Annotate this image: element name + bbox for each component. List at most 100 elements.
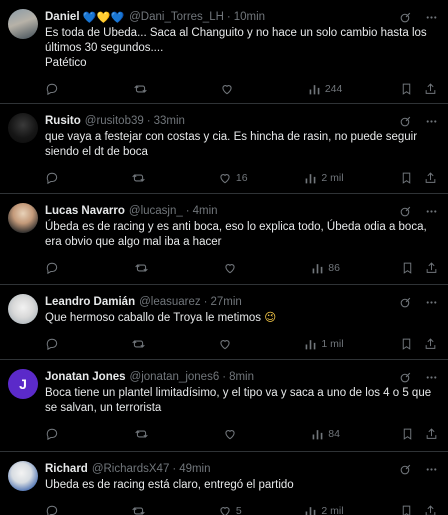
bookmark-icon[interactable] bbox=[400, 337, 414, 351]
views-button[interactable]: 84 bbox=[311, 428, 341, 441]
like-button[interactable] bbox=[218, 337, 248, 351]
bookmark-icon[interactable] bbox=[400, 427, 414, 441]
views-count: 2 mil bbox=[321, 505, 344, 515]
tweet-text: Boca tiene un plantel limitadísimo, y el… bbox=[45, 387, 432, 414]
like-button[interactable] bbox=[223, 427, 253, 441]
retweet-button[interactable] bbox=[133, 82, 163, 96]
author-name[interactable]: Jonatan Jones bbox=[45, 371, 126, 383]
like-button[interactable]: 16 bbox=[218, 171, 248, 185]
grok-icon[interactable] bbox=[398, 370, 412, 384]
retweet-button[interactable] bbox=[131, 337, 161, 351]
share-icon[interactable] bbox=[424, 337, 438, 351]
tweet-body: Lucas Navarro @lucasjn_ · 4min Úbeda es … bbox=[45, 203, 438, 284]
avatar[interactable]: J bbox=[8, 369, 38, 399]
reply-button[interactable] bbox=[45, 82, 75, 96]
share-icon[interactable] bbox=[424, 261, 438, 275]
tweet-actions: 5 2 mil bbox=[45, 497, 438, 515]
more-icon[interactable] bbox=[424, 114, 438, 128]
avatar[interactable] bbox=[8, 9, 38, 39]
tweet[interactable]: Rusito @rusitob39 · 33min que vaya a fes… bbox=[0, 104, 448, 194]
author-name[interactable]: Richard bbox=[45, 463, 88, 475]
timestamp[interactable]: 4min bbox=[193, 205, 218, 217]
author-handle[interactable]: @lucasjn_ bbox=[129, 205, 183, 217]
like-button[interactable] bbox=[223, 261, 253, 275]
share-icon[interactable] bbox=[424, 82, 438, 96]
bookmark-icon[interactable] bbox=[400, 171, 414, 185]
retweet-button[interactable] bbox=[131, 171, 161, 185]
tweet[interactable]: Daniel 💙💛💙 @Dani_Torres_LH · 10min Es to… bbox=[0, 0, 448, 104]
tweet[interactable]: Lucas Navarro @lucasjn_ · 4min Úbeda es … bbox=[0, 194, 448, 285]
author-handle[interactable]: @leasuarez bbox=[139, 296, 201, 308]
reply-icon bbox=[46, 83, 58, 96]
retweet-button[interactable] bbox=[131, 504, 161, 515]
views-button[interactable]: 2 mil bbox=[304, 172, 344, 185]
timestamp[interactable]: 27min bbox=[211, 296, 242, 308]
bookmark-icon[interactable] bbox=[400, 82, 414, 96]
separator-dot: · bbox=[226, 11, 231, 23]
timestamp[interactable]: 10min bbox=[234, 11, 265, 23]
reply-button[interactable] bbox=[45, 427, 75, 441]
bookmark-icon[interactable] bbox=[400, 504, 414, 515]
heart-icon bbox=[224, 264, 235, 274]
author-name[interactable]: Daniel bbox=[45, 11, 80, 23]
author-handle[interactable]: @jonatan_jones6 bbox=[130, 371, 220, 383]
retweet-icon bbox=[135, 264, 148, 272]
timestamp[interactable]: 8min bbox=[229, 371, 254, 383]
views-icon bbox=[305, 339, 316, 349]
avatar[interactable] bbox=[8, 113, 38, 143]
retweet-button[interactable] bbox=[134, 427, 164, 441]
timestamp[interactable]: 49min bbox=[179, 463, 210, 475]
author-handle[interactable]: @rusitob39 bbox=[85, 115, 144, 127]
avatar[interactable] bbox=[8, 294, 38, 324]
more-icon[interactable] bbox=[424, 370, 438, 384]
author-handle[interactable]: @Dani_Torres_LH bbox=[129, 11, 224, 23]
tweet[interactable]: Leandro Damián @leasuarez · 27min Que he… bbox=[0, 285, 448, 360]
grok-icon[interactable] bbox=[398, 295, 412, 309]
author-name[interactable]: Leandro Damián bbox=[45, 296, 135, 308]
more-icon[interactable] bbox=[424, 295, 438, 309]
more-icon[interactable] bbox=[424, 462, 438, 476]
share-icon[interactable] bbox=[424, 504, 438, 515]
avatar[interactable] bbox=[8, 461, 38, 491]
views-button[interactable]: 244 bbox=[308, 83, 343, 96]
reply-button[interactable] bbox=[45, 504, 75, 515]
reply-icon bbox=[46, 172, 58, 185]
views-button[interactable]: 2 mil bbox=[304, 505, 344, 515]
tweet-actions: 244 bbox=[45, 75, 438, 103]
views-button[interactable]: 1 mil bbox=[304, 338, 344, 351]
grok-icon[interactable] bbox=[398, 10, 412, 24]
like-button[interactable] bbox=[220, 82, 250, 96]
grok-icon[interactable] bbox=[398, 204, 412, 218]
author-handle[interactable]: @RichardsX47 bbox=[92, 463, 170, 475]
heart-icon bbox=[222, 85, 232, 95]
views-button[interactable]: 86 bbox=[311, 262, 341, 275]
author-name[interactable]: Rusito bbox=[45, 115, 81, 127]
tweet-actions: 86 bbox=[45, 254, 438, 282]
share-icon[interactable] bbox=[424, 427, 438, 441]
tweet-text: Úbeda es de racing y es anti boca, eso l… bbox=[45, 221, 427, 248]
timestamp[interactable]: 33min bbox=[154, 115, 185, 127]
heart-icon bbox=[220, 174, 230, 184]
tweet-actions: 84 bbox=[45, 420, 438, 448]
tweet[interactable]: Richard @RichardsX47 · 49min Ubeda es de… bbox=[0, 452, 448, 515]
bookmark-icon[interactable] bbox=[400, 261, 414, 275]
like-count: 16 bbox=[235, 172, 248, 184]
more-icon[interactable] bbox=[424, 10, 438, 24]
retweet-button[interactable] bbox=[134, 261, 164, 275]
grok-icon[interactable] bbox=[398, 462, 412, 476]
more-icon[interactable] bbox=[424, 204, 438, 218]
avatar[interactable] bbox=[8, 203, 38, 233]
author-name[interactable]: Lucas Navarro bbox=[45, 205, 125, 217]
reply-button[interactable] bbox=[45, 261, 75, 275]
reply-button[interactable] bbox=[45, 337, 75, 351]
retweet-icon bbox=[133, 85, 147, 93]
grok-icon[interactable] bbox=[398, 114, 412, 128]
like-button[interactable]: 5 bbox=[218, 504, 248, 515]
like-count: 5 bbox=[235, 505, 242, 515]
tweet-header: Richard @RichardsX47 · 49min bbox=[45, 461, 438, 477]
share-icon[interactable] bbox=[424, 171, 438, 185]
views-count: 244 bbox=[324, 83, 343, 95]
reply-button[interactable] bbox=[45, 171, 75, 185]
views-icon bbox=[312, 263, 323, 273]
tweet[interactable]: J Jonatan Jones @jonatan_jones6 · 8min B… bbox=[0, 360, 448, 452]
